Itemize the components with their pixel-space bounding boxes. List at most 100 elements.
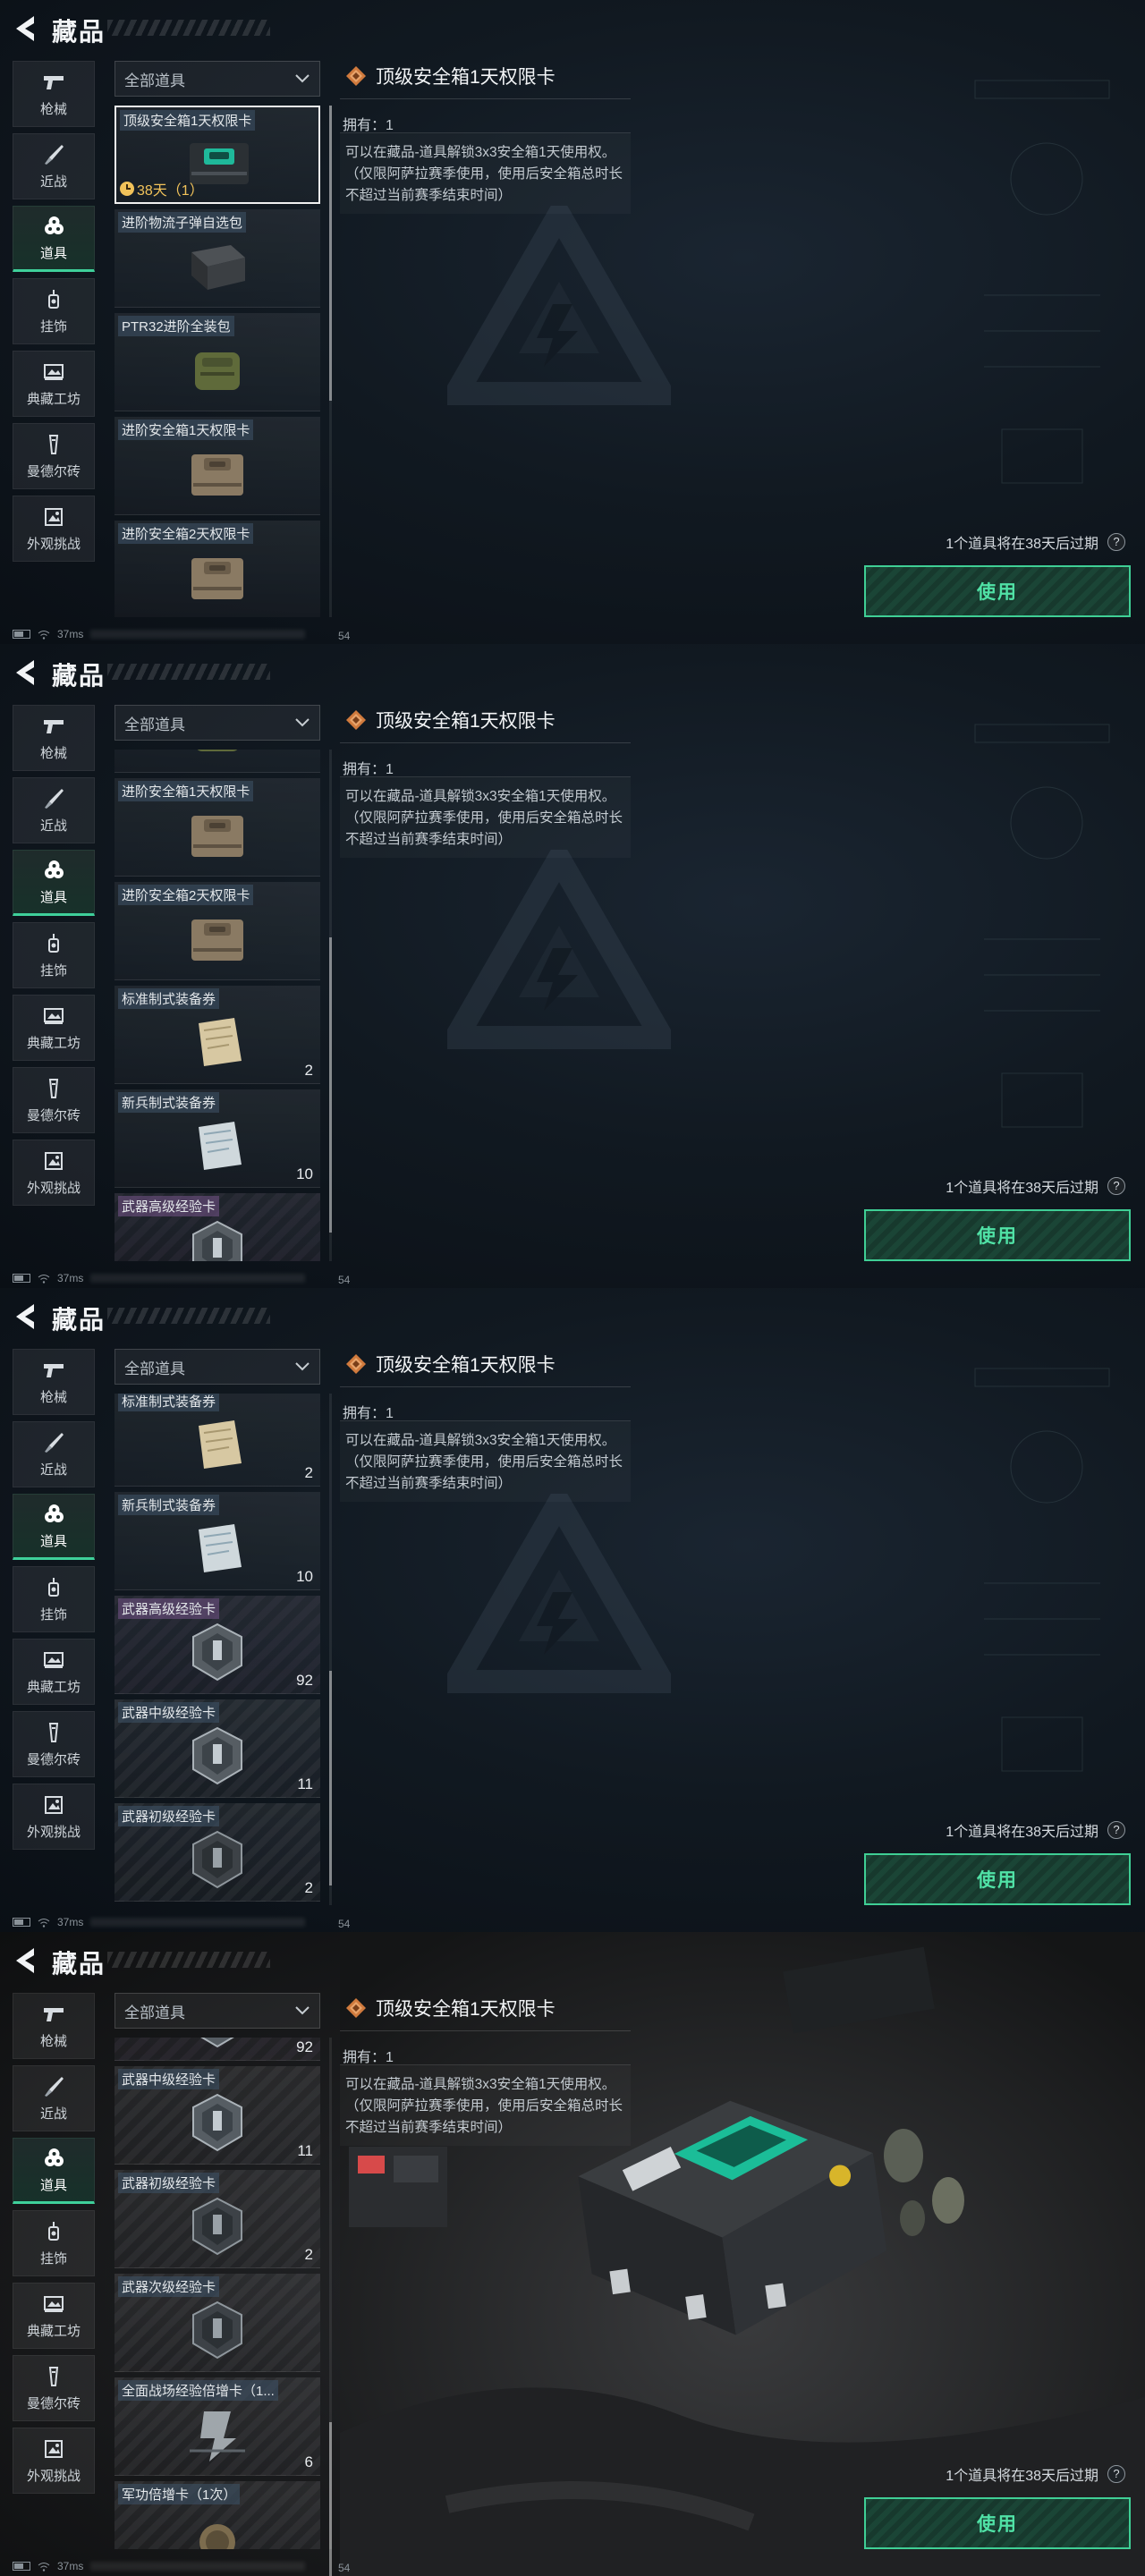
item-list-scrollbar[interactable] <box>329 750 332 1261</box>
item-card[interactable]: 武器中级经验卡 11 <box>114 1699 320 1798</box>
category-tab[interactable]: 曼德尔砖 <box>13 423 95 489</box>
use-button[interactable]: 使用 <box>864 2497 1131 2549</box>
category-tab[interactable]: 外观挑战 <box>13 2428 95 2494</box>
category-tab[interactable]: 道具 <box>13 1494 95 1560</box>
help-icon[interactable]: ? <box>1107 1177 1125 1195</box>
category-tab[interactable]: 外观挑战 <box>13 1784 95 1850</box>
item-list-scrollbar[interactable] <box>329 1394 332 1905</box>
category-label: 道具 <box>39 1533 67 1549</box>
item-filter-dropdown[interactable]: 全部道具 <box>114 61 320 97</box>
category-tab[interactable]: 外观挑战 <box>13 1140 95 1206</box>
category-label: 道具 <box>39 245 67 261</box>
category-tab[interactable]: 曼德尔砖 <box>13 2355 95 2421</box>
item-card[interactable]: 武器次级经验卡 <box>114 2274 320 2372</box>
category-tab[interactable]: 典藏工坊 <box>13 1639 95 1705</box>
category-tab[interactable]: 枪械 <box>13 61 95 127</box>
chevron-down-icon <box>294 1359 310 1375</box>
category-tab[interactable]: 近战 <box>13 777 95 843</box>
category-tab[interactable]: 近战 <box>13 133 95 199</box>
challenge-icon <box>42 1793 65 1817</box>
item-list[interactable]: 顶级安全箱1天权限卡 38天（1） 进阶物流子弹自选包 PTR32进阶全装包 进阶安全箱… <box>114 106 322 617</box>
back-arrow-icon[interactable] <box>11 1301 47 1333</box>
use-button[interactable]: 使用 <box>864 1209 1131 1261</box>
category-tab[interactable]: 典藏工坊 <box>13 2283 95 2349</box>
scrollbar-thumb[interactable] <box>329 106 332 401</box>
item-quantity: 10 <box>296 1568 313 1585</box>
category-tab[interactable]: 挂饰 <box>13 922 95 988</box>
item-card[interactable]: 武器初级经验卡 2 <box>114 2170 320 2268</box>
category-sidebar: 枪械 近战道具挂饰典藏工坊 曼德尔砖外观挑战 <box>13 61 95 568</box>
category-sidebar: 枪械 近战道具 挂饰典藏工坊 曼德尔砖外观挑战 <box>13 705 95 1212</box>
item-card[interactable]: 进阶安全箱1天权限卡 <box>114 778 320 877</box>
item-card[interactable]: 武器中级经验卡 11 <box>114 2066 320 2165</box>
category-tab[interactable]: 近战 <box>13 2065 95 2131</box>
item-list-scrollbar[interactable] <box>329 2038 332 2576</box>
item-card[interactable]: 标准制式装备券 2 <box>114 1394 320 1487</box>
item-list[interactable]: 92 武器中级经验卡 11 武器初级经验卡 2 武器次级经验卡全面战场经验倍增卡（1...… <box>114 2038 322 2549</box>
item-card[interactable]: 进阶安全箱1天权限卡 <box>114 417 320 515</box>
back-arrow-icon[interactable] <box>11 1945 47 1977</box>
category-tab[interactable]: 近战 <box>13 1421 95 1487</box>
category-tab[interactable]: 典藏工坊 <box>13 351 95 417</box>
item-card[interactable]: 新兵制式装备券 10 <box>114 1492 320 1590</box>
category-tab[interactable]: 典藏工坊 <box>13 995 95 1061</box>
item-description: 可以在藏品-道具解锁3x3安全箱1天使用权。（仅限阿萨拉赛季使用，使用后安全箱总… <box>340 1420 631 1502</box>
category-tab[interactable]: 枪械 <box>13 1993 95 2059</box>
category-tab[interactable]: 挂饰 <box>13 2210 95 2276</box>
scrollbar-thumb[interactable] <box>329 937 332 1233</box>
top-bar: 藏品 <box>0 1932 1145 1989</box>
item-card[interactable] <box>114 750 320 773</box>
item-list-scrollbar[interactable] <box>329 106 332 617</box>
category-tab[interactable]: 道具 <box>13 206 95 272</box>
item-card[interactable]: 全面战场经验倍增卡（1... 6 <box>114 2377 320 2476</box>
item-name: 武器次级经验卡 <box>118 2276 220 2297</box>
category-tab[interactable]: 道具 <box>13 850 95 916</box>
item-thumbnail <box>177 1114 258 1177</box>
category-tab[interactable]: 挂饰 <box>13 278 95 344</box>
category-tab[interactable]: 外观挑战 <box>13 496 95 562</box>
ping-text: 37ms <box>57 1272 84 1284</box>
category-tab[interactable]: 曼德尔砖 <box>13 1711 95 1777</box>
item-card[interactable]: 武器高级经验卡 <box>114 1193 320 1261</box>
item-card[interactable]: 标准制式装备券 2 <box>114 986 320 1084</box>
charm-icon <box>42 1576 65 1599</box>
category-tab[interactable]: 挂饰 <box>13 1566 95 1632</box>
use-button[interactable]: 使用 <box>864 1853 1131 1905</box>
item-card[interactable]: 进阶安全箱2天权限卡 <box>114 521 320 617</box>
item-list[interactable]: 标准制式装备券 2 新兵制式装备券 10 武器高级经验卡 92 武器中级经验卡 11 武器初级经… <box>114 1394 322 1905</box>
help-icon[interactable]: ? <box>1107 1821 1125 1839</box>
scrollbar-thumb[interactable] <box>329 2422 332 2576</box>
back-arrow-icon[interactable] <box>11 13 47 45</box>
wifi-icon <box>38 2562 50 2572</box>
item-card[interactable]: 武器高级经验卡 92 <box>114 1596 320 1694</box>
item-card[interactable]: PTR32进阶全装包 <box>114 313 320 411</box>
item-name: 新兵制式装备券 <box>118 1495 220 1515</box>
rarity-diamond-icon <box>345 1997 367 2019</box>
category-tab[interactable]: 枪械 <box>13 705 95 771</box>
rarity-diamond-icon <box>345 1353 367 1375</box>
item-filter-dropdown[interactable]: 全部道具 <box>114 705 320 741</box>
category-tab[interactable]: 道具 <box>13 2138 95 2204</box>
item-list[interactable]: 进阶安全箱1天权限卡 进阶安全箱2天权限卡 标准制式装备券 2 新兵制式装备券 10 武器高… <box>114 750 322 1261</box>
item-filter-dropdown[interactable]: 全部道具 <box>114 1993 320 2029</box>
item-card[interactable]: 新兵制式装备券 10 <box>114 1089 320 1188</box>
item-thumbnail <box>177 907 258 970</box>
category-tab[interactable]: 曼德尔砖 <box>13 1067 95 1133</box>
top-bar: 藏品 <box>0 644 1145 701</box>
item-card[interactable]: 军功倍增卡（1次） <box>114 2481 320 2549</box>
item-filter-dropdown[interactable]: 全部道具 <box>114 1349 320 1385</box>
item-card[interactable]: 进阶安全箱2天权限卡 <box>114 882 320 980</box>
item-card[interactable]: 进阶物流子弹自选包 <box>114 209 320 308</box>
item-card[interactable]: 武器初级经验卡 2 <box>114 1803 320 1902</box>
help-icon[interactable]: ? <box>1107 533 1125 551</box>
item-thumbnail <box>177 2195 258 2258</box>
item-card[interactable]: 顶级安全箱1天权限卡 38天（1） <box>114 106 320 204</box>
back-arrow-icon[interactable] <box>11 657 47 689</box>
item-thumbnail <box>177 546 258 608</box>
scrollbar-thumb[interactable] <box>329 1671 332 1885</box>
help-icon[interactable]: ? <box>1107 2465 1125 2483</box>
item-thumbnail <box>177 803 258 866</box>
item-card[interactable]: 92 <box>114 2038 320 2061</box>
use-button[interactable]: 使用 <box>864 565 1131 617</box>
category-tab[interactable]: 枪械 <box>13 1349 95 1415</box>
